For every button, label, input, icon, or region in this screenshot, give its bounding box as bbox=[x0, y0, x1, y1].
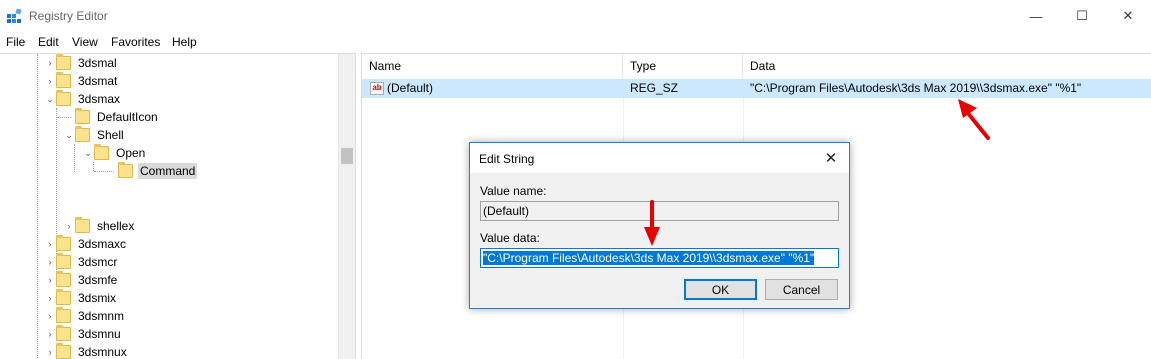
scrollbar-thumb[interactable] bbox=[341, 148, 353, 164]
minimize-button[interactable]: — bbox=[1013, 0, 1059, 32]
menu-help[interactable]: Help bbox=[172, 35, 197, 49]
tree-item-3dsmax[interactable]: ⌄ 3dsmax bbox=[44, 90, 122, 108]
annotation-arrow-icon bbox=[644, 200, 660, 246]
folder-icon bbox=[56, 253, 71, 269]
expand-chevron-icon[interactable]: › bbox=[44, 347, 56, 357]
collapse-chevron-icon[interactable]: ⌄ bbox=[44, 94, 56, 105]
column-header-type[interactable]: Type bbox=[623, 54, 743, 78]
expand-chevron-icon[interactable]: › bbox=[44, 76, 56, 86]
string-value-icon: ab bbox=[370, 82, 384, 95]
tree-item-3dsmnm[interactable]: › 3dsmnm bbox=[44, 307, 126, 325]
value-name-label: Value name: bbox=[480, 184, 547, 198]
tree-guide-line bbox=[93, 162, 94, 171]
tree-item-3dsmat[interactable]: › 3dsmat bbox=[44, 72, 119, 90]
folder-icon bbox=[118, 162, 133, 178]
maximize-button[interactable]: ☐ bbox=[1059, 0, 1105, 32]
close-icon[interactable]: ✕ bbox=[821, 148, 841, 168]
tree-item-shellex[interactable]: › shellex bbox=[63, 217, 136, 235]
tree-item-open[interactable]: ⌄ Open bbox=[82, 144, 147, 162]
folder-icon bbox=[56, 343, 71, 359]
tree-item-3dsmfe[interactable]: › 3dsmfe bbox=[44, 271, 119, 289]
folder-icon bbox=[56, 289, 71, 305]
value-data-input[interactable]: "C:\Program Files\Autodesk\3ds Max 2019\… bbox=[480, 248, 839, 268]
value-name: (Default) bbox=[387, 81, 434, 95]
folder-icon bbox=[56, 72, 71, 88]
folder-icon bbox=[56, 54, 71, 70]
expand-chevron-icon[interactable]: › bbox=[44, 275, 56, 285]
tree-item-3dsmix[interactable]: › 3dsmix bbox=[44, 289, 118, 307]
close-button[interactable]: ✕ bbox=[1105, 0, 1151, 32]
expand-chevron-icon[interactable]: › bbox=[44, 58, 56, 68]
folder-icon bbox=[56, 271, 71, 287]
tree-item-3dsmal[interactable]: › 3dsmal bbox=[44, 54, 119, 72]
tree-scrollbar[interactable] bbox=[338, 54, 355, 359]
column-header-name[interactable]: Name bbox=[362, 54, 623, 78]
value-type: REG_SZ bbox=[630, 81, 679, 95]
folder-icon bbox=[56, 325, 71, 341]
expand-chevron-icon[interactable]: › bbox=[44, 257, 56, 267]
tree-item-3dsmaxc[interactable]: › 3dsmaxc bbox=[44, 235, 128, 253]
folder-icon bbox=[56, 235, 71, 251]
expand-chevron-icon[interactable]: › bbox=[44, 239, 56, 249]
collapse-chevron-icon[interactable]: ⌄ bbox=[63, 130, 75, 141]
tree-item-defaulticon[interactable]: DefaultIcon bbox=[63, 108, 160, 126]
collapse-chevron-icon[interactable]: ⌄ bbox=[82, 148, 94, 159]
column-header-data[interactable]: Data bbox=[743, 54, 1151, 78]
tree-item-3dsmnux[interactable]: › 3dsmnux bbox=[44, 343, 129, 359]
folder-icon bbox=[94, 144, 109, 160]
annotation-arrow-icon bbox=[958, 99, 990, 140]
value-data-label: Value data: bbox=[480, 231, 540, 245]
ok-button[interactable]: OK bbox=[684, 279, 757, 300]
cancel-button[interactable]: Cancel bbox=[765, 279, 838, 300]
folder-icon bbox=[75, 108, 90, 124]
expand-chevron-icon[interactable]: › bbox=[63, 221, 75, 231]
title-bar: Registry Editor — ☐ ✕ bbox=[0, 0, 1151, 32]
selected-text: "C:\Program Files\Autodesk\3ds Max 2019\… bbox=[483, 251, 815, 265]
folder-icon bbox=[75, 217, 90, 233]
registry-tree: › 3dsmal › 3dsmat ⌄ 3dsmax DefaultIcon ⌄… bbox=[0, 53, 356, 359]
expand-chevron-icon[interactable]: › bbox=[44, 311, 56, 321]
menu-bar: File Edit View Favorites Help bbox=[0, 32, 1151, 52]
tree-item-command[interactable]: Command bbox=[106, 162, 198, 180]
window-title: Registry Editor bbox=[29, 9, 108, 23]
table-row[interactable]: ab (Default) REG_SZ "C:\Program Files\Au… bbox=[362, 79, 1151, 98]
menu-edit[interactable]: Edit bbox=[38, 35, 59, 49]
tree-guide-line bbox=[37, 54, 38, 359]
registry-editor-icon bbox=[7, 9, 22, 23]
folder-icon bbox=[56, 307, 71, 323]
menu-view[interactable]: View bbox=[72, 35, 98, 49]
menu-file[interactable]: File bbox=[6, 35, 25, 49]
value-data: "C:\Program Files\Autodesk\3ds Max 2019\… bbox=[750, 81, 1082, 95]
tree-item-3dsmcr[interactable]: › 3dsmcr bbox=[44, 253, 119, 271]
dialog-title: Edit String bbox=[479, 152, 535, 166]
tree-item-3dsmnu[interactable]: › 3dsmnu bbox=[44, 325, 123, 343]
dialog-title-bar: Edit String ✕ bbox=[470, 143, 849, 173]
expand-chevron-icon[interactable]: › bbox=[44, 293, 56, 303]
folder-icon bbox=[75, 126, 90, 142]
tree-guide-line bbox=[74, 144, 75, 172]
folder-icon bbox=[56, 90, 71, 106]
expand-chevron-icon[interactable]: › bbox=[44, 329, 56, 339]
tree-item-shell[interactable]: ⌄ Shell bbox=[63, 126, 126, 144]
menu-favorites[interactable]: Favorites bbox=[111, 35, 160, 49]
